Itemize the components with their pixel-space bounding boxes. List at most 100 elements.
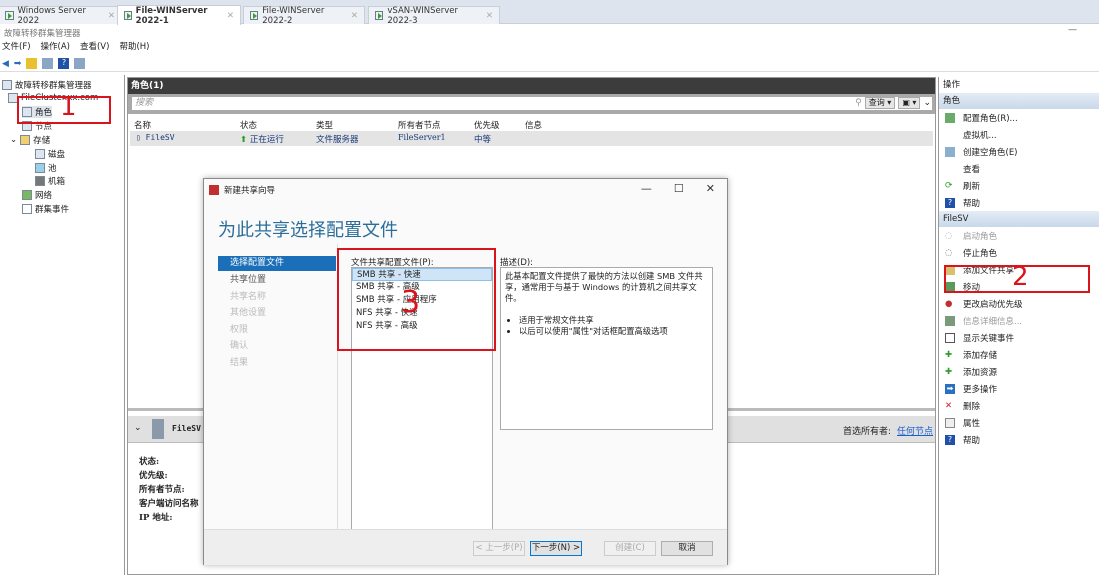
next-button[interactable]: 下一步(N) > bbox=[530, 541, 582, 556]
col-owner[interactable]: 所有者节点 bbox=[398, 119, 441, 131]
preferred-owner-label: 首选所有者: bbox=[843, 424, 891, 437]
menu-bar: 文件(F) 操作(A) 查看(V) 帮助(H) bbox=[0, 40, 149, 55]
tree-item-enclosures[interactable]: 机箱 bbox=[35, 175, 65, 187]
search-input[interactable]: 搜索 bbox=[131, 96, 933, 111]
description-text: 此基本配置文件提供了最快的方法以创建 SMB 文件共享，通常用于与基于 Wind… bbox=[505, 271, 708, 304]
action-configure-role[interactable]: 配置角色(R)... bbox=[939, 109, 1099, 126]
maximize-button[interactable]: ☐ bbox=[674, 182, 684, 195]
action-more-actions[interactable]: ➡更多操作 bbox=[939, 380, 1099, 397]
tab-file-winserver-2[interactable]: File-WINServer 2022-2✕ bbox=[243, 6, 365, 24]
action-view[interactable]: 查看 bbox=[939, 160, 1099, 177]
minimize-button[interactable]: — bbox=[1068, 25, 1077, 35]
actions-section-filesv: FileSV bbox=[939, 211, 1099, 227]
action-change-startup-priority[interactable]: ●更改启动优先级 bbox=[939, 295, 1099, 312]
action-stop-role[interactable]: ◌停止角色 bbox=[939, 244, 1099, 261]
detail-ip-label: IP 地址: bbox=[139, 511, 172, 523]
back-icon[interactable]: ◀ bbox=[2, 59, 9, 69]
description-bullet: 以后可以使用"属性"对话框配置高级选项 bbox=[519, 326, 708, 337]
step-other-settings: 其他设置 bbox=[218, 306, 336, 321]
tab-windows-server-2022[interactable]: Windows Server 2022✕ bbox=[0, 6, 122, 24]
delete-icon: ✕ bbox=[945, 401, 955, 411]
priority-icon: ● bbox=[945, 299, 955, 309]
query-button[interactable]: 查询 ▾ bbox=[865, 97, 896, 109]
tree-item-cluster-events[interactable]: 群集事件 bbox=[22, 203, 69, 215]
tree-item-networks[interactable]: 网络 bbox=[22, 189, 52, 201]
tab-vsan-winserver-3[interactable]: vSAN-WINServer 2022-3✕ bbox=[368, 6, 500, 24]
tab-file-winserver-1[interactable]: File-WINServer 2022-1✕ bbox=[117, 5, 241, 25]
step-select-profile[interactable]: 选择配置文件 bbox=[218, 256, 336, 271]
save-query-button[interactable]: ▣ ▾ bbox=[898, 97, 920, 109]
col-info[interactable]: 信息 bbox=[525, 119, 542, 131]
collapse-icon[interactable]: ⌄ bbox=[134, 423, 142, 433]
detail-role-name: FileSV bbox=[172, 424, 201, 433]
enclosure-icon bbox=[35, 176, 45, 186]
up-folder-icon[interactable] bbox=[26, 58, 37, 69]
step-permissions: 权限 bbox=[218, 323, 336, 338]
help-icon[interactable]: ? bbox=[58, 58, 69, 69]
expand-icon[interactable]: ⌄ bbox=[923, 98, 931, 108]
step-share-location[interactable]: 共享位置 bbox=[218, 273, 336, 288]
action-add-storage[interactable]: ✚添加存储 bbox=[939, 346, 1099, 363]
col-priority[interactable]: 优先级 bbox=[474, 119, 500, 131]
description-bullet: 适用于常规文件共享 bbox=[519, 315, 708, 326]
wizard-icon bbox=[209, 185, 219, 195]
disk-icon bbox=[35, 149, 45, 159]
new-share-wizard-dialog: 新建共享向导 —☐✕ 为此共享选择配置文件 选择配置文件 共享位置 共享名称 其… bbox=[203, 178, 728, 565]
menu-view[interactable]: 查看(V) bbox=[80, 40, 109, 55]
action-help[interactable]: ?帮助 bbox=[939, 194, 1099, 211]
configure-role-icon bbox=[945, 113, 955, 123]
show-hide-tree-icon[interactable] bbox=[42, 58, 53, 69]
action-start-role[interactable]: ◌启动角色 bbox=[939, 227, 1099, 244]
minimize-button[interactable]: — bbox=[641, 182, 652, 195]
close-icon[interactable]: ✕ bbox=[351, 11, 358, 21]
col-name[interactable]: 名称 bbox=[134, 119, 151, 131]
create-button[interactable]: 创建(C) bbox=[604, 541, 656, 556]
description-box: 此基本配置文件提供了最快的方法以创建 SMB 文件共享，通常用于与基于 Wind… bbox=[500, 267, 713, 430]
close-icon[interactable]: ✕ bbox=[108, 11, 115, 21]
cancel-button[interactable]: 取消 bbox=[661, 541, 713, 556]
previous-button[interactable]: < 上一步(P) bbox=[473, 541, 525, 556]
stop-role-icon: ◌ bbox=[945, 248, 955, 258]
menu-file[interactable]: 文件(F) bbox=[2, 40, 31, 55]
role-name: ▯ FileSV bbox=[136, 133, 175, 142]
role-owner: FileServer1 bbox=[398, 133, 446, 142]
col-type[interactable]: 类型 bbox=[316, 119, 333, 131]
action-add-resource[interactable]: ✚添加资源 bbox=[939, 363, 1099, 380]
action-delete[interactable]: ✕删除 bbox=[939, 397, 1099, 414]
action-refresh[interactable]: ⟳刷新 bbox=[939, 177, 1099, 194]
roles-panel-title: 角色(1) bbox=[128, 78, 935, 94]
actions-pane: 操作 角色 配置角色(R)... 虚拟机... 创建空角色(E) 查看 ⟳刷新 … bbox=[938, 77, 1099, 575]
close-button[interactable]: ✕ bbox=[706, 182, 715, 195]
tree-root[interactable]: 故障转移群集管理器 bbox=[2, 79, 92, 91]
role-priority: 中等 bbox=[474, 133, 491, 145]
actions-header: 操作 bbox=[939, 77, 1099, 93]
tree-item-disks[interactable]: 磁盘 bbox=[35, 148, 65, 160]
action-help-filesv[interactable]: ?帮助 bbox=[939, 431, 1099, 448]
events-icon bbox=[22, 204, 32, 214]
action-properties[interactable]: 属性 bbox=[939, 414, 1099, 431]
vm-icon bbox=[5, 11, 14, 20]
events-icon bbox=[945, 333, 955, 343]
menu-action[interactable]: 操作(A) bbox=[41, 40, 70, 55]
action-pane-icon[interactable] bbox=[74, 58, 85, 69]
forward-icon[interactable]: ➡ bbox=[14, 59, 22, 69]
preferred-owner-link[interactable]: 任何节点 bbox=[897, 424, 933, 437]
tree-item-storage[interactable]: ⌄存储 bbox=[10, 134, 50, 146]
menu-help[interactable]: 帮助(H) bbox=[119, 40, 149, 55]
action-create-empty-role[interactable]: 创建空角色(E) bbox=[939, 143, 1099, 160]
detail-priority-label: 优先级: bbox=[139, 469, 168, 481]
action-virtual-machines[interactable]: 虚拟机... bbox=[939, 126, 1099, 143]
vm-icon bbox=[375, 11, 383, 20]
col-status[interactable]: 状态 bbox=[240, 119, 257, 131]
more-actions-icon: ➡ bbox=[945, 384, 955, 394]
close-icon[interactable]: ✕ bbox=[486, 11, 493, 21]
chevron-down-icon[interactable]: ⌄ bbox=[10, 135, 17, 145]
cluster-manager-icon bbox=[2, 80, 12, 90]
close-icon[interactable]: ✕ bbox=[227, 11, 234, 21]
network-icon bbox=[22, 190, 32, 200]
action-show-critical-events[interactable]: 显示关键事件 bbox=[939, 329, 1099, 346]
tree-item-pools[interactable]: 池 bbox=[35, 162, 57, 174]
search-icon[interactable]: ⚲ bbox=[855, 98, 862, 108]
pool-icon bbox=[35, 163, 45, 173]
action-information-details[interactable]: 信息详细信息... bbox=[939, 312, 1099, 329]
